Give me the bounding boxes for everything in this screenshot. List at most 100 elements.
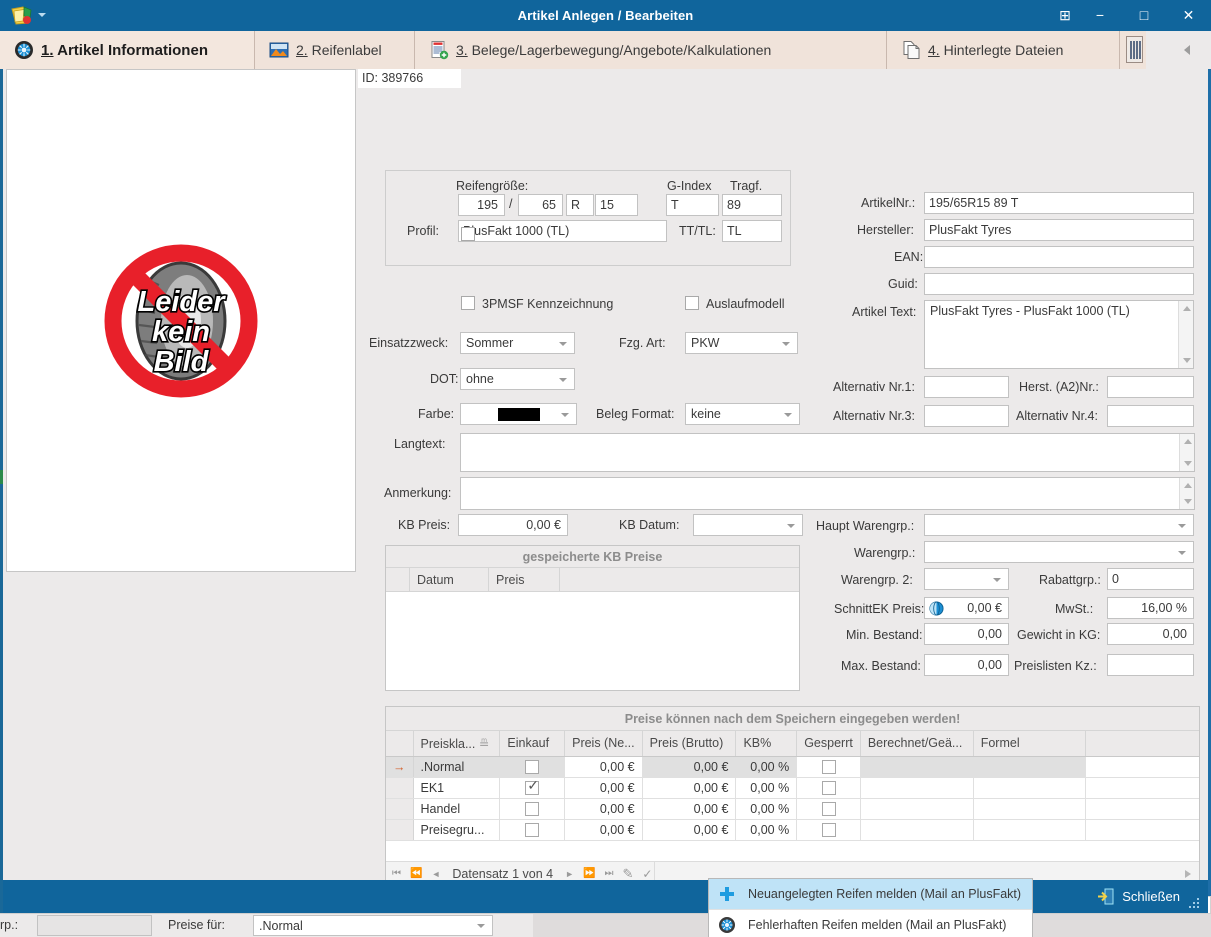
cell-brutto[interactable]: 0,00 € [642, 819, 737, 841]
cell-brutto[interactable]: 0,00 € [642, 756, 737, 778]
cell-formel[interactable] [973, 819, 1086, 841]
article-image-panel[interactable]: Leider kein Bild [6, 69, 356, 572]
kbdatum-select[interactable] [693, 514, 803, 536]
drag-handle-icon[interactable] [1126, 36, 1143, 63]
minbestand-input[interactable] [924, 623, 1009, 645]
cell-berechnet[interactable] [860, 819, 974, 841]
cell-kb[interactable]: 0,00 % [735, 798, 798, 820]
tab-artikel-informationen[interactable]: 1. Artikel Informationen [0, 31, 255, 69]
cell-einkauf[interactable] [499, 798, 566, 820]
maximize-button[interactable]: □ [1122, 0, 1166, 31]
hersteller-input[interactable] [924, 219, 1194, 241]
tab-reifenlabel[interactable]: 2. Reifenlabel [255, 31, 415, 69]
col-preis-brutto[interactable]: Preis (Brutto) [642, 731, 737, 757]
artikeltext-scrollbar[interactable] [1178, 301, 1193, 368]
col-preis-netto[interactable]: Preis (Ne... [564, 731, 643, 757]
bf-preise-fuer-select[interactable]: .Normal [253, 915, 493, 936]
artikeltext-textarea[interactable]: PlusFakt Tyres - PlusFakt 1000 (TL) [924, 300, 1194, 369]
pmsf-checkbox[interactable] [461, 296, 475, 310]
cell-netto[interactable]: 0,00 € [564, 777, 643, 799]
tragfaehigkeit-input[interactable] [722, 194, 782, 216]
hauptwg-select[interactable] [924, 514, 1194, 536]
col-berechnet[interactable]: Berechnet/Geä... [860, 731, 974, 757]
querschnitt-input[interactable] [518, 194, 563, 216]
kb-col-datum[interactable]: Datum [410, 568, 489, 592]
cell-preisklasse[interactable]: Handel [413, 798, 501, 820]
cell-berechnet[interactable] [860, 777, 974, 799]
cell-formel[interactable] [973, 777, 1086, 799]
langtext-scrollbar[interactable] [1179, 434, 1194, 471]
cell-preisklasse[interactable]: EK1 [413, 777, 501, 799]
schliessen-button[interactable]: Schließen [1097, 880, 1180, 913]
farbe-select[interactable] [460, 403, 577, 425]
reifen-melden-dropdown-menu[interactable]: Neuangelegten Reifen melden (Mail an Plu… [708, 878, 1033, 937]
minimize-button[interactable]: − [1078, 0, 1122, 31]
felgengroesse-input[interactable] [595, 194, 638, 216]
dot-select[interactable]: ohne [460, 368, 575, 390]
col-gesperrt[interactable]: Gesperrt [796, 731, 861, 757]
herst-a2-input[interactable] [1107, 376, 1194, 398]
menu-item-neuangelegten-reifen[interactable]: Neuangelegten Reifen melden (Mail an Plu… [709, 879, 1032, 909]
col-preisklasse[interactable]: Preiskla... ≞ [413, 731, 501, 757]
anmerkung-scrollbar[interactable] [1179, 478, 1194, 509]
tttl-input[interactable] [722, 220, 782, 242]
accept-icon[interactable]: ✓ [642, 867, 652, 881]
nav-prev-button[interactable]: ◄ [431, 869, 440, 879]
alt3-input[interactable] [924, 405, 1009, 427]
resize-grip-icon[interactable] [1189, 898, 1201, 908]
bf-grp-input[interactable] [37, 915, 152, 936]
guid-input[interactable] [924, 273, 1194, 295]
nav-next-page-button[interactable]: ⏩ [583, 868, 595, 879]
menu-item-fehlerhaften-reifen[interactable]: Fehlerhaften Reifen melden (Mail an Plus… [709, 910, 1032, 937]
kb-col-preis[interactable]: Preis [489, 568, 560, 592]
tab-belege-lagerbewegung[interactable]: 3. Belege/Lagerbewegung/Angebote/Kalkula… [415, 31, 887, 69]
kb-col-rest[interactable] [560, 568, 799, 592]
cell-gesperrt[interactable] [796, 798, 861, 820]
belegformat-select[interactable]: keine [685, 403, 800, 425]
nav-next-button[interactable]: ► [565, 869, 574, 879]
cell-kb[interactable]: 0,00 % [735, 756, 798, 778]
cell-berechnet[interactable] [860, 798, 974, 820]
cell-netto[interactable]: 0,00 € [564, 819, 643, 841]
col-kb-prozent[interactable]: KB% [735, 731, 798, 757]
cell-formel[interactable] [973, 798, 1086, 820]
alt1-input[interactable] [924, 376, 1009, 398]
kbpreis-input[interactable] [458, 514, 568, 536]
cell-gesperrt[interactable] [796, 819, 861, 841]
tab-hinterlegte-dateien[interactable]: 4. Hinterlegte Dateien [887, 31, 1120, 69]
nav-first-button[interactable]: ⏮ [392, 868, 401, 879]
auslaufmodell-checkbox[interactable] [685, 296, 699, 310]
langtext-textarea[interactable] [460, 433, 1195, 472]
cell-brutto[interactable]: 0,00 € [642, 798, 737, 820]
schnittek-field[interactable]: 0,00 € [924, 597, 1009, 619]
reifenbreite-input[interactable] [458, 194, 505, 216]
artikelnr-input[interactable] [924, 192, 1194, 214]
wg-select[interactable] [924, 541, 1194, 563]
col-einkauf[interactable]: Einkauf [499, 731, 566, 757]
wg2-select[interactable] [924, 568, 1009, 590]
bauart-input[interactable] [566, 194, 594, 216]
cell-preisklasse[interactable]: .Normal [413, 756, 501, 778]
nav-prev-page-button[interactable]: ⏪ [410, 868, 422, 879]
close-button[interactable]: ✕ [1166, 0, 1211, 31]
cell-einkauf[interactable] [499, 756, 566, 778]
cell-netto[interactable]: 0,00 € [564, 798, 643, 820]
profil-input[interactable] [458, 220, 667, 242]
cell-gesperrt[interactable] [796, 777, 861, 799]
cell-gesperrt[interactable] [796, 756, 861, 778]
cell-formel[interactable] [973, 756, 1086, 778]
preise-grid[interactable]: Preiskla... ≞ Einkauf Preis (Ne... Preis… [386, 731, 1199, 841]
maxbestand-input[interactable] [924, 654, 1009, 676]
cell-netto[interactable]: 0,00 € [564, 756, 643, 778]
kb-col-0[interactable] [386, 568, 410, 592]
anmerkung-textarea[interactable] [460, 477, 1195, 510]
fzgart-select[interactable]: PKW [685, 332, 798, 354]
nav-last-button[interactable]: ⏭ [605, 868, 614, 879]
rabattgrp-input[interactable] [1107, 568, 1194, 590]
ean-input[interactable] [924, 246, 1194, 268]
cell-einkauf[interactable] [499, 777, 566, 799]
einsatzzweck-select[interactable]: Sommer [460, 332, 575, 354]
preislisten-input[interactable] [1107, 654, 1194, 676]
cell-berechnet[interactable] [860, 756, 974, 778]
cell-einkauf[interactable] [499, 819, 566, 841]
